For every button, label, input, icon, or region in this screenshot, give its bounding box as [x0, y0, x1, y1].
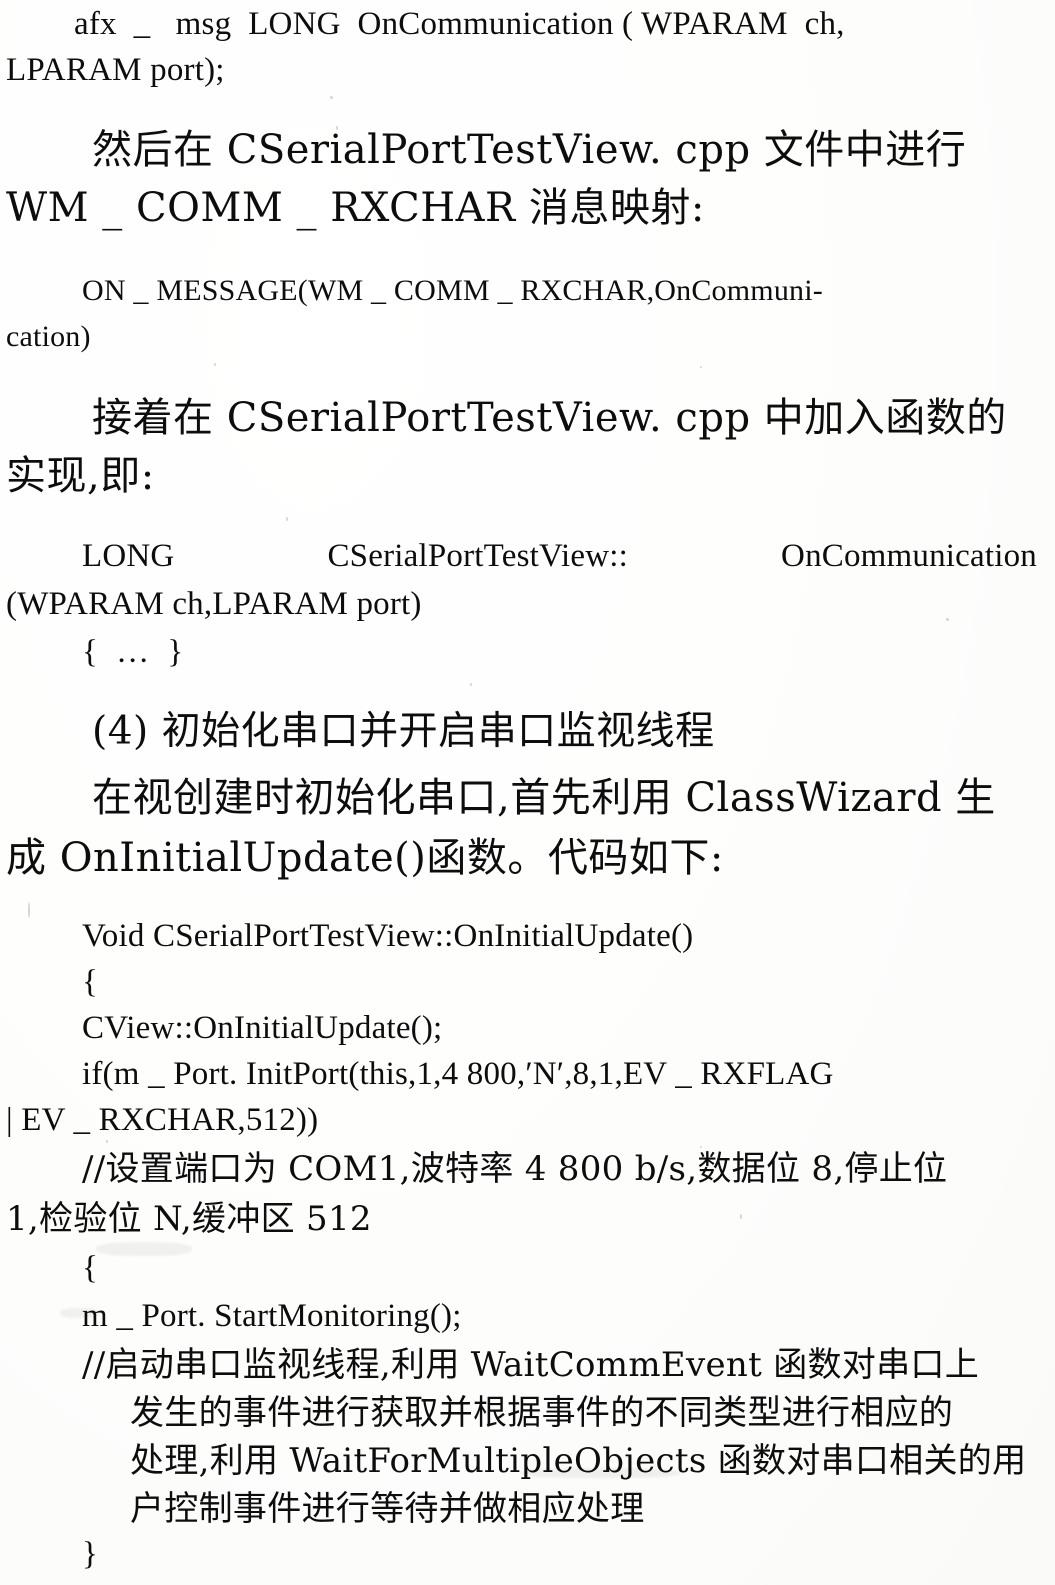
scan-speckle [106, 1140, 108, 1143]
code-token-method-name: OnCommunication [781, 538, 1038, 574]
scan-speckle [740, 1214, 742, 1219]
code-token-long: LONG [82, 538, 175, 574]
code-line-oncommunication-params: (WPARAM ch,LPARAM port) [6, 586, 422, 622]
code-comment-monitor-thread-4: 户控制事件进行等待并做相应处理 [130, 1489, 645, 1529]
scan-speckle [470, 683, 472, 686]
code-line-ev-rxchar: | EV _ RXCHAR,512)) [6, 1102, 319, 1138]
code-comment-monitor-thread-2: 发生的事件进行获取并根据事件的不同类型进行相应的 [130, 1393, 954, 1433]
code-line-if-initport: if(m _ Port. InitPort(this,1,4 800,′N′,8… [82, 1056, 834, 1092]
scan-speckle [946, 618, 949, 621]
code-line-afx-msg: afx _ msg LONG OnCommunication ( WPARAM … [74, 6, 845, 42]
code-comment-monitor-thread-1: //启动串口监视线程,利用 WaitCommEvent 函数对串口上 [82, 1345, 980, 1385]
code-line-on-message-cont: cation) [6, 320, 91, 353]
scan-speckle [330, 96, 333, 99]
paragraph-line-add-function-1: 接着在 CSerialPortTestView. cpp 中加入函数的 [92, 395, 1007, 441]
code-line-cview-oninitialupdate: CView::OnInitialUpdate(); [82, 1010, 443, 1046]
code-line-close-brace: } [82, 1536, 99, 1572]
scan-speckle [700, 1146, 702, 1148]
code-line-open-brace-2: { [82, 1250, 99, 1286]
code-line-oncommunication-signature: LONG CSerialPortTestView:: OnCommunicati… [82, 540, 1037, 573]
paragraph-line-init-1: 在视创建时初始化串口,首先利用 ClassWizard 生 [92, 775, 996, 821]
paragraph-line-message-map-1: 然后在 CSerialPortTestView. cpp 文件中进行 [92, 127, 967, 173]
code-line-open-brace-1: { [82, 964, 99, 1000]
paragraph-line-init-2: 成 OnInitialUpdate()函数。代码如下: [6, 835, 724, 881]
code-line-on-message: ON _ MESSAGE(WM _ COMM _ RXCHAR,OnCommun… [82, 274, 823, 307]
code-comment-port-settings-1: //设置端口为 COM1,波特率 4 800 b/s,数据位 8,停止位 [82, 1149, 948, 1189]
scan-speckle [700, 366, 702, 368]
code-line-empty-body-braces: { … } [82, 634, 189, 670]
code-line-lparam-port: LPARAM port); [6, 52, 225, 88]
code-line-start-monitoring: m _ Port. StartMonitoring(); [82, 1298, 462, 1334]
paragraph-line-add-function-2: 实现,即: [6, 453, 155, 499]
section-heading-4: (4) 初始化串口并开启串口监视线程 [92, 709, 715, 754]
code-comment-monitor-thread-3: 处理,利用 WaitForMultipleObjects 函数对串口相关的用 [130, 1441, 1027, 1481]
paragraph-line-message-map-2: WM _ COMM _ RXCHAR 消息映射: [6, 185, 705, 231]
scan-speckle [214, 363, 216, 366]
scan-speckle [286, 517, 288, 521]
scan-speckle [28, 902, 30, 918]
code-token-class-scope: CSerialPortTestView:: [327, 538, 629, 574]
code-line-void-oninitialupdate: Void CSerialPortTestView::OnInitialUpdat… [82, 918, 694, 954]
scanned-page: afx _ msg LONG OnCommunication ( WPARAM … [0, 0, 1055, 1585]
code-comment-port-settings-2: 1,检验位 N,缓冲区 512 [6, 1199, 372, 1239]
scan-smudge [96, 1242, 192, 1256]
